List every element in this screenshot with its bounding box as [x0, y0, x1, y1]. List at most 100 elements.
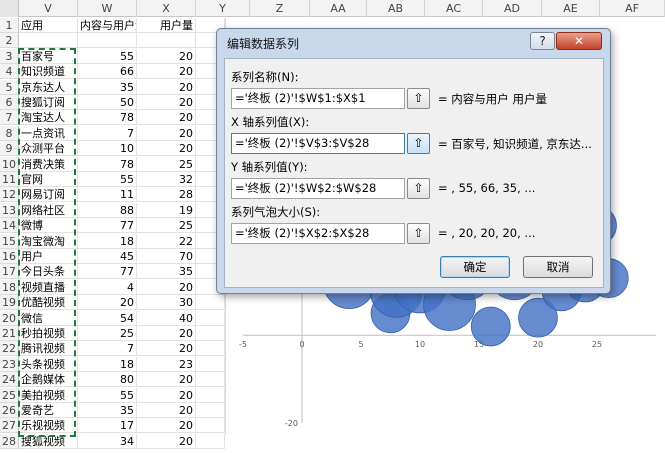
- row-header[interactable]: 6: [0, 95, 19, 110]
- cell-content-value[interactable]: 18: [78, 356, 137, 372]
- row-header[interactable]: 13: [0, 202, 19, 218]
- cell-user-value[interactable]: 40: [137, 310, 196, 326]
- cell-empty[interactable]: [196, 341, 225, 357]
- cell-user-value[interactable]: 35: [137, 264, 196, 280]
- row-header[interactable]: 2: [0, 33, 19, 49]
- series-name-ref-button[interactable]: ⇧: [407, 88, 430, 109]
- column-header-ac[interactable]: AC: [425, 0, 483, 17]
- cell-content-value[interactable]: 66: [78, 64, 137, 80]
- cell-user-value[interactable]: 19: [137, 202, 196, 218]
- cell-content-value[interactable]: 10: [78, 141, 137, 157]
- cell-content-value[interactable]: 88: [78, 202, 137, 218]
- cell-app-name[interactable]: 网络社区: [19, 202, 78, 218]
- column-header-w[interactable]: W: [78, 0, 137, 17]
- column-header-x[interactable]: X: [137, 0, 196, 17]
- cell-app-name[interactable]: 微信: [19, 310, 78, 326]
- cell-app-name[interactable]: 微博: [19, 218, 78, 234]
- row-header[interactable]: 18: [0, 279, 19, 295]
- cell-empty[interactable]: [196, 433, 225, 449]
- row-header[interactable]: 22: [0, 341, 19, 357]
- cell-user-value[interactable]: 用户量: [137, 18, 196, 33]
- cell-empty[interactable]: [196, 372, 225, 388]
- cell-user-value[interactable]: [137, 33, 196, 49]
- row-header[interactable]: 19: [0, 295, 19, 311]
- cell-content-value[interactable]: 20: [78, 295, 137, 311]
- row-header[interactable]: 4: [0, 64, 19, 80]
- cell-content-value[interactable]: 45: [78, 249, 137, 264]
- cell-user-value[interactable]: 20: [137, 64, 196, 80]
- cell-app-name[interactable]: 头条视频: [19, 356, 78, 372]
- column-header-ae[interactable]: AE: [542, 0, 600, 17]
- row-header[interactable]: 23: [0, 356, 19, 372]
- cell-user-value[interactable]: 20: [137, 141, 196, 157]
- cell-app-name[interactable]: 企鹅媒体: [19, 372, 78, 388]
- cell-app-name[interactable]: 爱奇艺: [19, 403, 78, 418]
- column-header-y[interactable]: Y: [196, 0, 250, 17]
- cell-empty[interactable]: [196, 356, 225, 372]
- cell-app-name[interactable]: 秒拍视频: [19, 326, 78, 341]
- column-header-v[interactable]: V: [19, 0, 78, 17]
- cell-content-value[interactable]: 80: [78, 372, 137, 388]
- cell-content-value[interactable]: 55: [78, 172, 137, 187]
- cell-app-name[interactable]: 视频直播: [19, 279, 78, 295]
- close-button[interactable]: ✕: [556, 32, 602, 50]
- cell-empty[interactable]: [196, 387, 225, 403]
- cell-user-value[interactable]: 20: [137, 110, 196, 126]
- cell-content-value[interactable]: 77: [78, 218, 137, 234]
- cell-user-value[interactable]: 22: [137, 233, 196, 249]
- cell-app-name[interactable]: 百家号: [19, 48, 78, 64]
- cell-app-name[interactable]: 美拍视频: [19, 387, 78, 403]
- cell-user-value[interactable]: 20: [137, 403, 196, 418]
- cell-content-value[interactable]: 55: [78, 48, 137, 64]
- column-header-z[interactable]: Z: [250, 0, 310, 17]
- cell-empty[interactable]: [196, 326, 225, 341]
- cell-app-name[interactable]: 搜狐订阅: [19, 95, 78, 110]
- help-button[interactable]: ?: [530, 32, 555, 50]
- row-header[interactable]: 3: [0, 48, 19, 64]
- cell-user-value[interactable]: 23: [137, 356, 196, 372]
- cell-content-value[interactable]: [78, 33, 137, 49]
- row-header[interactable]: 20: [0, 310, 19, 326]
- cell-app-name[interactable]: 京东达人: [19, 79, 78, 95]
- cell-user-value[interactable]: 25: [137, 218, 196, 234]
- row-header[interactable]: 27: [0, 418, 19, 434]
- row-header[interactable]: 12: [0, 187, 19, 203]
- cell-user-value[interactable]: 20: [137, 326, 196, 341]
- row-header[interactable]: 1: [0, 18, 19, 33]
- cell-content-value[interactable]: 55: [78, 387, 137, 403]
- cell-app-name[interactable]: 淘宝达人: [19, 110, 78, 126]
- cell-app-name[interactable]: 今日头条: [19, 264, 78, 280]
- cell-user-value[interactable]: 20: [137, 79, 196, 95]
- cell-app-name[interactable]: 搜狐视频: [19, 433, 78, 449]
- cancel-button[interactable]: 取消: [523, 256, 593, 278]
- cell-user-value[interactable]: 30: [137, 295, 196, 311]
- cell-app-name[interactable]: 腾讯视频: [19, 341, 78, 357]
- cell-user-value[interactable]: 20: [137, 418, 196, 434]
- cell-user-value[interactable]: 20: [137, 387, 196, 403]
- row-header[interactable]: 25: [0, 387, 19, 403]
- cell-empty[interactable]: [196, 310, 225, 326]
- cell-app-name[interactable]: 消费决策: [19, 156, 78, 172]
- cell-content-value[interactable]: 50: [78, 95, 137, 110]
- row-header[interactable]: 26: [0, 403, 19, 418]
- row-header[interactable]: 24: [0, 372, 19, 388]
- row-header[interactable]: 17: [0, 264, 19, 280]
- bubble-size-input[interactable]: ='终板 (2)'!$X$2:$X$28: [231, 223, 405, 244]
- cell-app-name[interactable]: 官网: [19, 172, 78, 187]
- cell-content-value[interactable]: 17: [78, 418, 137, 434]
- column-header-ad[interactable]: AD: [483, 0, 542, 17]
- y-values-input[interactable]: ='终板 (2)'!$W$2:$W$28: [231, 178, 405, 199]
- cell-user-value[interactable]: 70: [137, 249, 196, 264]
- cell-app-name[interactable]: 优酷视频: [19, 295, 78, 311]
- cell-app-name[interactable]: 淘宝微淘: [19, 233, 78, 249]
- column-header-aa[interactable]: AA: [310, 0, 367, 17]
- cell-user-value[interactable]: 32: [137, 172, 196, 187]
- ok-button[interactable]: 确定: [440, 256, 510, 278]
- y-values-ref-button[interactable]: ⇧: [407, 178, 430, 199]
- row-header[interactable]: 16: [0, 249, 19, 264]
- row-header[interactable]: 8: [0, 125, 19, 141]
- row-header[interactable]: 9: [0, 141, 19, 157]
- cell-user-value[interactable]: 20: [137, 341, 196, 357]
- cell-content-value[interactable]: 34: [78, 433, 137, 449]
- cell-user-value[interactable]: 20: [137, 48, 196, 64]
